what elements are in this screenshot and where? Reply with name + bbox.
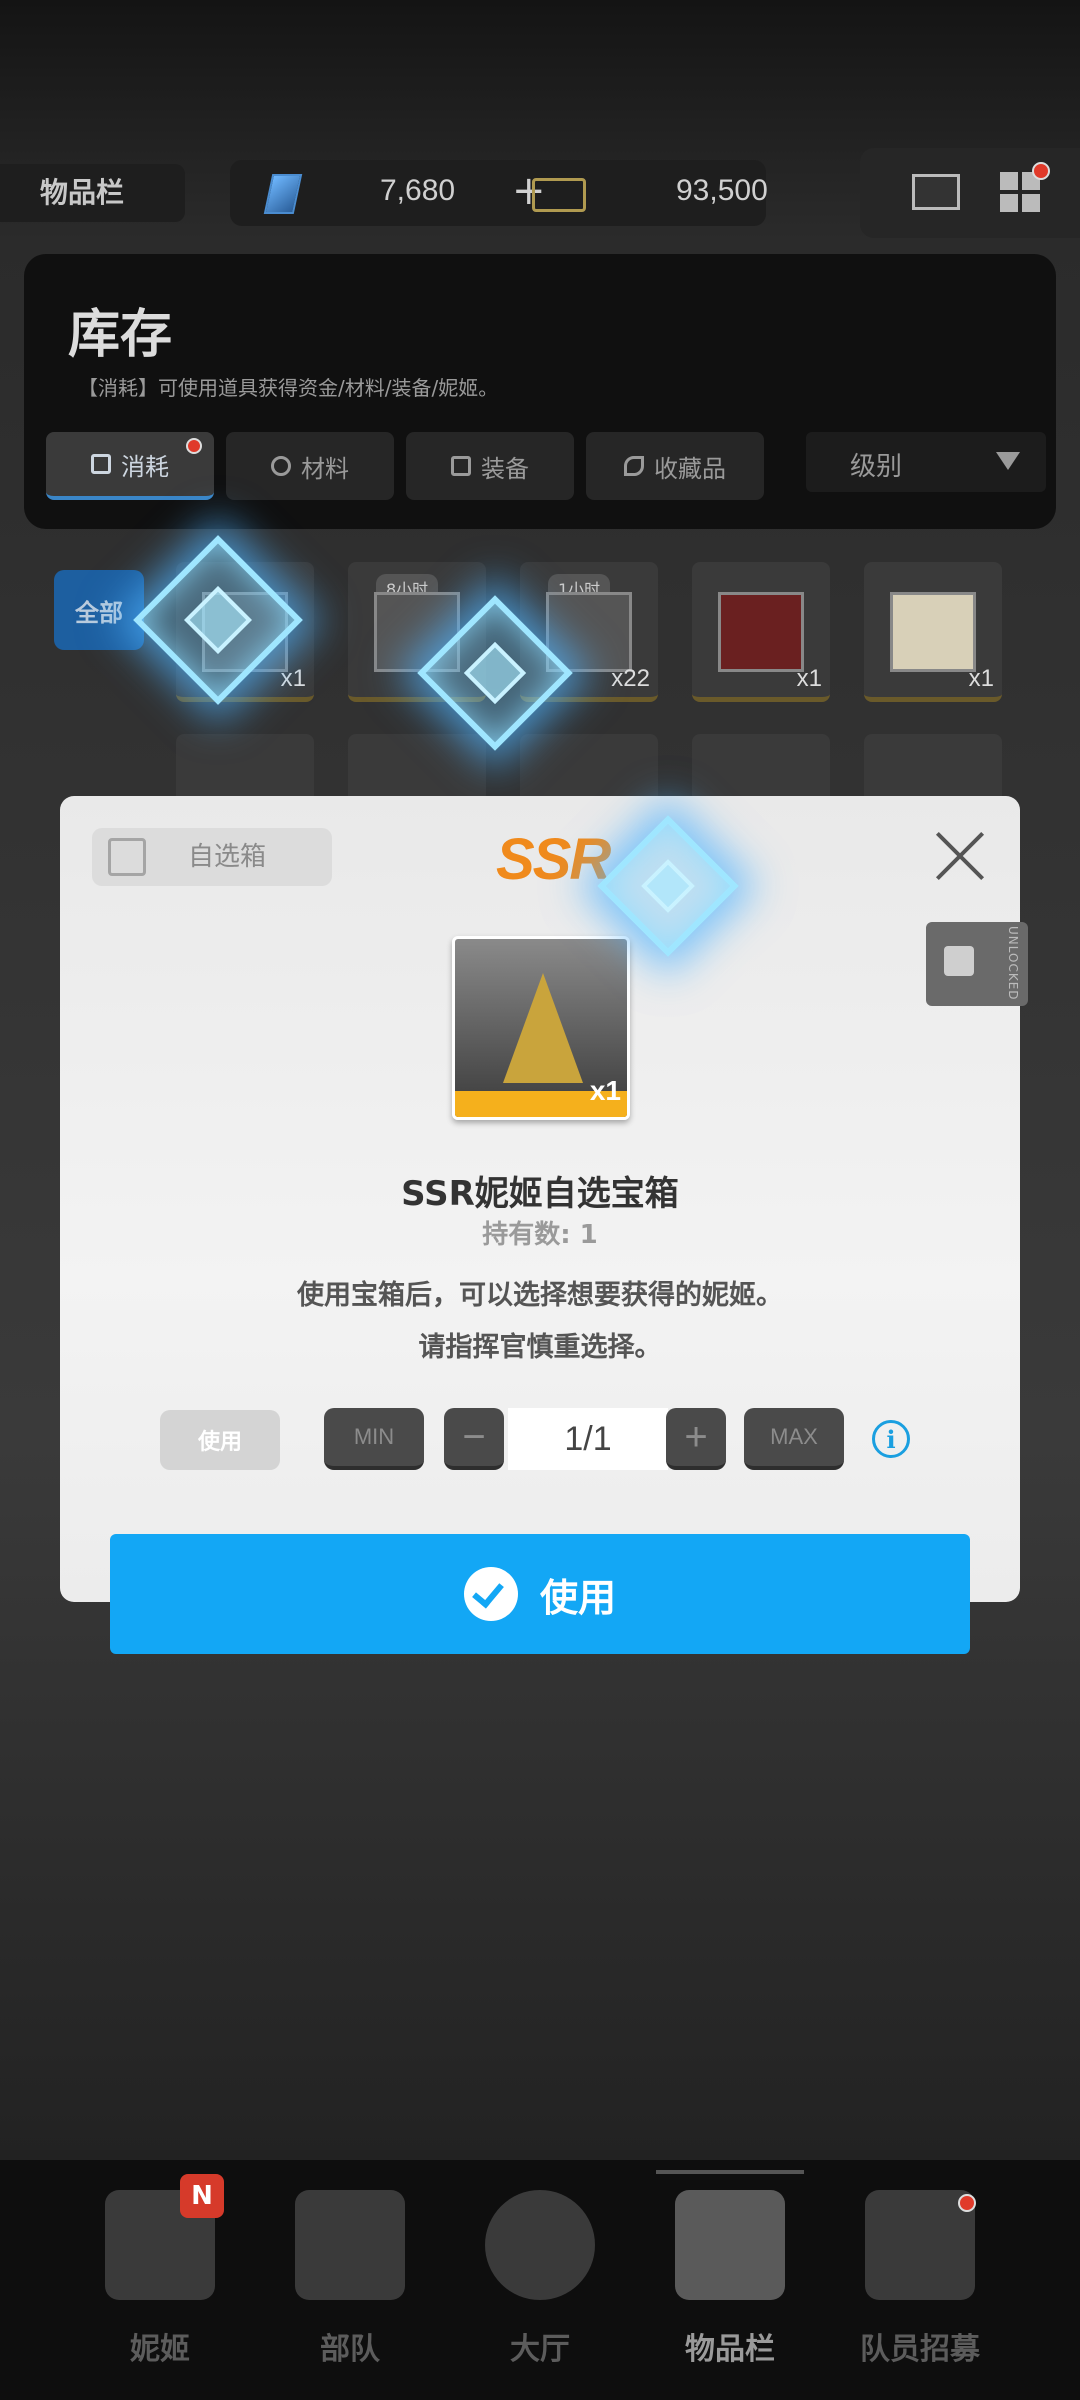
notification-dot — [1032, 162, 1050, 180]
credit-count: 93,500 — [676, 174, 768, 207]
gem-count: 7,680 — [380, 174, 456, 207]
inventory-icon — [675, 2190, 785, 2300]
notification-dot — [186, 438, 202, 454]
new-badge: N — [180, 2174, 224, 2218]
nav-inventory[interactable]: 物品栏 — [640, 2190, 820, 2370]
section-label: 物品栏 — [0, 164, 185, 222]
gem-icon — [263, 174, 303, 214]
tab-consumables[interactable]: 消耗 — [46, 432, 214, 500]
item-image: x1 — [452, 936, 630, 1120]
equipment-icon — [451, 456, 471, 476]
lobby-icon — [485, 2190, 595, 2300]
sort-label: 级别 — [850, 452, 903, 482]
max-button[interactable]: MAX — [744, 1408, 844, 1470]
lock-icon — [944, 946, 974, 976]
tab-equipment[interactable]: 装备 — [406, 432, 574, 500]
page-subtitle: 【消耗】可使用道具获得资金/材料/装备/妮姬。 — [78, 376, 499, 400]
item-dialog: 自选箱 SSR x1 SSR妮姬自选宝箱 持有数: 1 使用宝箱后，可以选择想要… — [60, 796, 1020, 1602]
chest-icon — [503, 973, 583, 1083]
notification-dot — [958, 2194, 976, 2212]
increment-button[interactable]: + — [666, 1408, 726, 1470]
use-button-label: 使用 — [539, 1575, 616, 1620]
unlock-side-tab[interactable]: UNLOCKED — [926, 922, 1028, 1006]
active-indicator — [656, 2170, 804, 2174]
item-description: 使用宝箱后，可以选择想要获得的妮姬。 请指挥官慎重选择。 — [297, 1280, 783, 1363]
info-icon[interactable]: i — [872, 1420, 910, 1458]
category-tag: 自选箱 — [92, 828, 332, 886]
inventory-item[interactable]: x1 — [692, 562, 830, 702]
sort-dropdown[interactable]: 级别 — [806, 432, 1046, 492]
tab-collectibles[interactable]: 收藏品 — [586, 432, 764, 500]
currency-bar: 7,680 + 93,500 — [230, 160, 768, 226]
item-icon — [718, 592, 804, 672]
chevron-down-icon — [996, 452, 1020, 470]
bottom-navigation: 妮姬 部队 大厅 物品栏 队员招募 — [0, 2160, 1080, 2400]
mail-icon[interactable] — [912, 174, 960, 210]
nav-recruit[interactable]: 队员招募 — [830, 2190, 1010, 2370]
box-icon — [108, 838, 146, 876]
credit-icon — [532, 178, 586, 212]
consumable-icon — [91, 454, 111, 474]
material-icon — [271, 456, 291, 476]
squad-icon — [295, 2190, 405, 2300]
item-count: x1 — [968, 665, 994, 692]
owned-count: 持有数: 1 — [482, 1220, 598, 1250]
filter-all-button[interactable]: 全部 — [54, 570, 144, 650]
tab-materials[interactable]: 材料 — [226, 432, 394, 500]
decrement-button[interactable]: − — [444, 1408, 504, 1470]
quantity-value[interactable]: 1/1 — [508, 1408, 668, 1470]
item-icon — [890, 592, 976, 672]
rarity-badge: SSR — [496, 827, 611, 892]
collectible-icon — [624, 456, 644, 476]
menu-grid-icon[interactable] — [1000, 172, 1040, 212]
top-bar: 物品栏 7,680 + 93,500 — [0, 148, 1080, 238]
inventory-panel: 库存 【消耗】可使用道具获得资金/材料/装备/妮姬。 消耗 材料 装备 收藏品 … — [24, 254, 1056, 529]
close-icon[interactable] — [934, 830, 986, 882]
inventory-item[interactable]: x1 — [864, 562, 1002, 702]
item-count: x1 — [589, 1075, 621, 1106]
top-right-menu — [860, 148, 1080, 238]
item-count: x22 — [611, 665, 650, 692]
item-name: SSR妮姬自选宝箱 — [401, 1174, 679, 1214]
nav-lobby[interactable]: 大厅 — [450, 2190, 630, 2370]
nav-squad[interactable]: 部队 — [260, 2190, 440, 2370]
use-tag: 使用 — [160, 1410, 280, 1470]
item-count: x1 — [796, 665, 822, 692]
page-title: 库存 — [68, 305, 173, 365]
nav-nikke[interactable]: 妮姬 — [70, 2190, 250, 2370]
min-button[interactable]: MIN — [324, 1408, 424, 1470]
unlocked-label: UNLOCKED — [1006, 926, 1020, 1001]
use-button[interactable]: 使用 — [110, 1534, 970, 1654]
check-icon — [463, 1567, 518, 1621]
item-count: x1 — [280, 665, 306, 692]
